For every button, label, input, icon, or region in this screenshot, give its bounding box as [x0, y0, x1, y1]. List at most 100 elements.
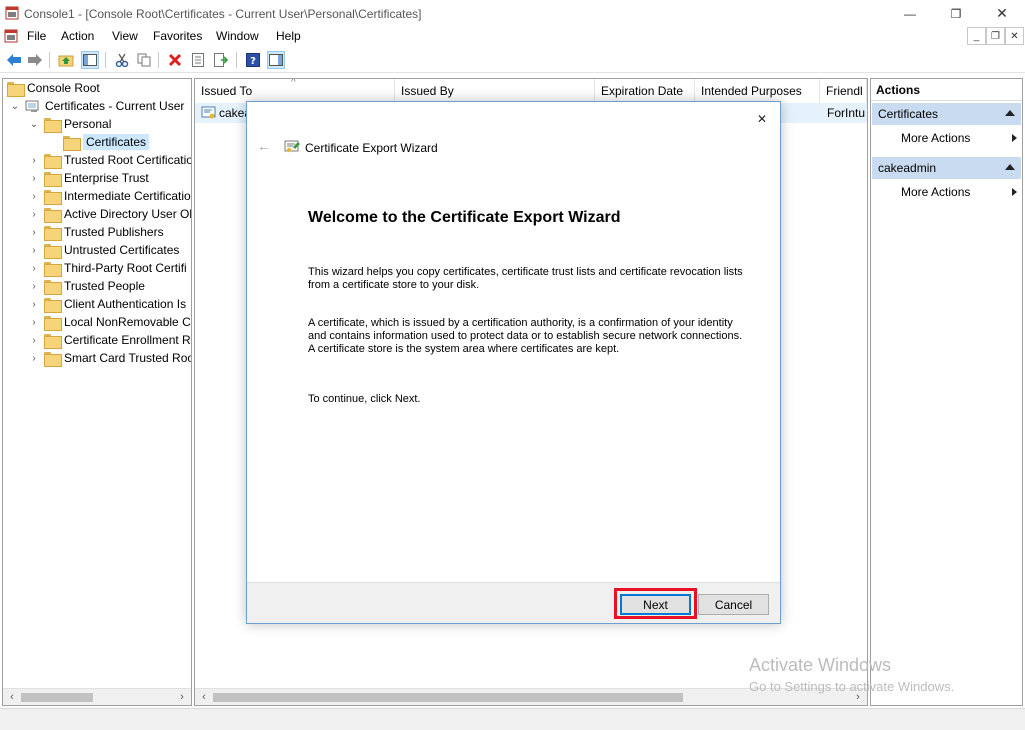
tree-item[interactable]: Intermediate Certificatio [44, 187, 191, 205]
activation-watermark-subtitle: Go to Settings to activate Windows. [749, 679, 955, 694]
scroll-left-icon[interactable]: ‹ [5, 690, 19, 704]
tree-item-personal-certificates[interactable]: Certificates [63, 133, 150, 151]
mdi-close-button[interactable]: ✕ [1005, 27, 1024, 45]
back-button[interactable] [5, 51, 23, 69]
actions-section-certificates[interactable]: Certificates [872, 103, 1021, 125]
close-window-button[interactable]: ✕ [979, 0, 1025, 27]
actions-pane: Actions Certificates More Actions cakead… [870, 78, 1023, 706]
help-button[interactable]: ? [244, 51, 262, 69]
show-hide-action-pane-button[interactable] [267, 51, 285, 69]
tree-item[interactable]: Local NonRemovable C [44, 313, 191, 331]
chevron-right-icon[interactable]: › [29, 299, 39, 310]
chevron-right-icon[interactable]: › [29, 317, 39, 328]
column-header-expiration-date[interactable]: Expiration Date [595, 79, 695, 103]
tree-item[interactable]: Enterprise Trust [44, 169, 149, 187]
mdi-restore-button[interactable]: ❐ [986, 27, 1005, 45]
menu-favorites[interactable]: Favorites [153, 29, 202, 43]
tree-item[interactable]: Certificate Enrollment R [44, 331, 191, 349]
scroll-right-icon[interactable]: › [175, 690, 189, 704]
next-button[interactable]: Next [620, 594, 691, 615]
menu-window[interactable]: Window [216, 29, 259, 43]
tree-item[interactable]: Third-Party Root Certifi [44, 259, 187, 277]
tree-item-label: Intermediate Certificatio [64, 189, 191, 203]
dialog-close-button[interactable]: ✕ [750, 108, 774, 130]
scrollbar-thumb[interactable] [21, 693, 93, 702]
wizard-description-2: A certificate, which is issued by a cert… [308, 317, 743, 355]
tree-horizontal-scrollbar[interactable]: ‹ › [3, 688, 191, 705]
minimize-button[interactable]: — [887, 0, 933, 27]
forward-button[interactable] [26, 51, 44, 69]
chevron-right-icon[interactable]: › [29, 353, 39, 364]
tree-item-label: Smart Card Trusted Roo [64, 351, 192, 365]
folder-icon [44, 243, 62, 259]
menu-view[interactable]: View [112, 29, 138, 43]
chevron-right-icon[interactable]: › [29, 173, 39, 184]
chevron-right-icon[interactable]: › [29, 155, 39, 166]
chevron-right-icon[interactable]: › [29, 281, 39, 292]
column-header-label: Intended Purposes [701, 84, 802, 98]
chevron-right-icon[interactable]: › [29, 191, 39, 202]
wizard-back-button[interactable]: ← [255, 138, 273, 154]
actions-section-cakeadmin[interactable]: cakeadmin [872, 157, 1021, 179]
collapse-icon[interactable] [1005, 164, 1015, 170]
tree-item[interactable]: Trusted Root Certificatio [44, 151, 192, 169]
folder-icon [44, 207, 62, 223]
tree-item[interactable]: Untrusted Certificates [44, 241, 179, 259]
column-header-issued-by[interactable]: Issued By [395, 79, 595, 103]
restore-button[interactable]: ❐ [933, 0, 979, 27]
cut-button[interactable] [113, 51, 131, 69]
folder-icon [44, 225, 62, 241]
tree-item[interactable]: Client Authentication Is [44, 295, 186, 313]
chevron-right-icon[interactable]: › [29, 227, 39, 238]
cancel-button[interactable]: Cancel [698, 594, 769, 615]
column-header-intended-purposes[interactable]: Intended Purposes [695, 79, 820, 103]
column-header-friendly-name[interactable]: Friendl [820, 79, 867, 103]
delete-button[interactable] [166, 51, 184, 69]
chevron-right-icon[interactable]: › [29, 245, 39, 256]
folder-icon [44, 261, 62, 277]
tree-item-personal[interactable]: Personal [44, 115, 111, 133]
tree-item-certificates-current-user[interactable]: Certificates - Current User [25, 97, 184, 115]
collapse-icon[interactable] [1005, 110, 1015, 116]
show-hide-console-tree-button[interactable] [81, 51, 99, 69]
more-actions-cakeadmin[interactable]: More Actions [901, 182, 1019, 202]
chevron-down-icon[interactable]: ⌄ [10, 101, 20, 112]
activation-watermark-title: Activate Windows [749, 655, 892, 675]
more-actions-certificates[interactable]: More Actions [901, 128, 1019, 148]
menu-action[interactable]: Action [61, 29, 94, 43]
tree-item[interactable]: Trusted Publishers [44, 223, 164, 241]
menu-help[interactable]: Help [276, 29, 301, 43]
certificate-store-icon [25, 100, 39, 112]
toolbar-separator [49, 52, 50, 68]
action-label: More Actions [901, 185, 971, 199]
chevron-down-icon[interactable]: ⌄ [29, 119, 39, 130]
back-arrow-icon [7, 54, 21, 66]
chevron-right-icon[interactable]: › [29, 335, 39, 346]
chevron-right-icon[interactable]: › [29, 263, 39, 274]
tree-item-console-root[interactable]: Console Root [7, 79, 100, 97]
tree-item[interactable]: Trusted People [44, 277, 145, 295]
menu-file[interactable]: File [27, 29, 46, 43]
close-icon: ✕ [756, 112, 768, 126]
minimize-icon: — [904, 6, 916, 21]
console-menu-icon[interactable] [4, 29, 18, 43]
up-one-level-button[interactable] [57, 51, 75, 69]
tree-item[interactable]: Smart Card Trusted Roo [44, 349, 192, 367]
close-icon: ✕ [996, 5, 1008, 21]
tree-item-label: Trusted People [64, 279, 145, 293]
console-tree-icon [83, 54, 97, 66]
scrollbar-thumb[interactable] [213, 693, 683, 702]
chevron-right-icon[interactable]: › [29, 209, 39, 220]
menu-bar: File Action View Favorites Window Help _… [0, 27, 1025, 47]
properties-button[interactable] [189, 51, 207, 69]
copy-button[interactable] [135, 51, 153, 69]
wizard-title: Certificate Export Wizard [305, 141, 438, 155]
export-list-button[interactable] [212, 51, 230, 69]
tree-item-label: Trusted Root Certificatio [64, 153, 192, 167]
scroll-left-icon[interactable]: ‹ [197, 690, 211, 704]
submenu-arrow-icon [1012, 134, 1017, 142]
mdi-minimize-button[interactable]: _ [967, 27, 986, 45]
tree-item[interactable]: Active Directory User Ol [44, 205, 191, 223]
status-bar [0, 708, 1025, 730]
actions-title-label: Actions [876, 82, 921, 97]
